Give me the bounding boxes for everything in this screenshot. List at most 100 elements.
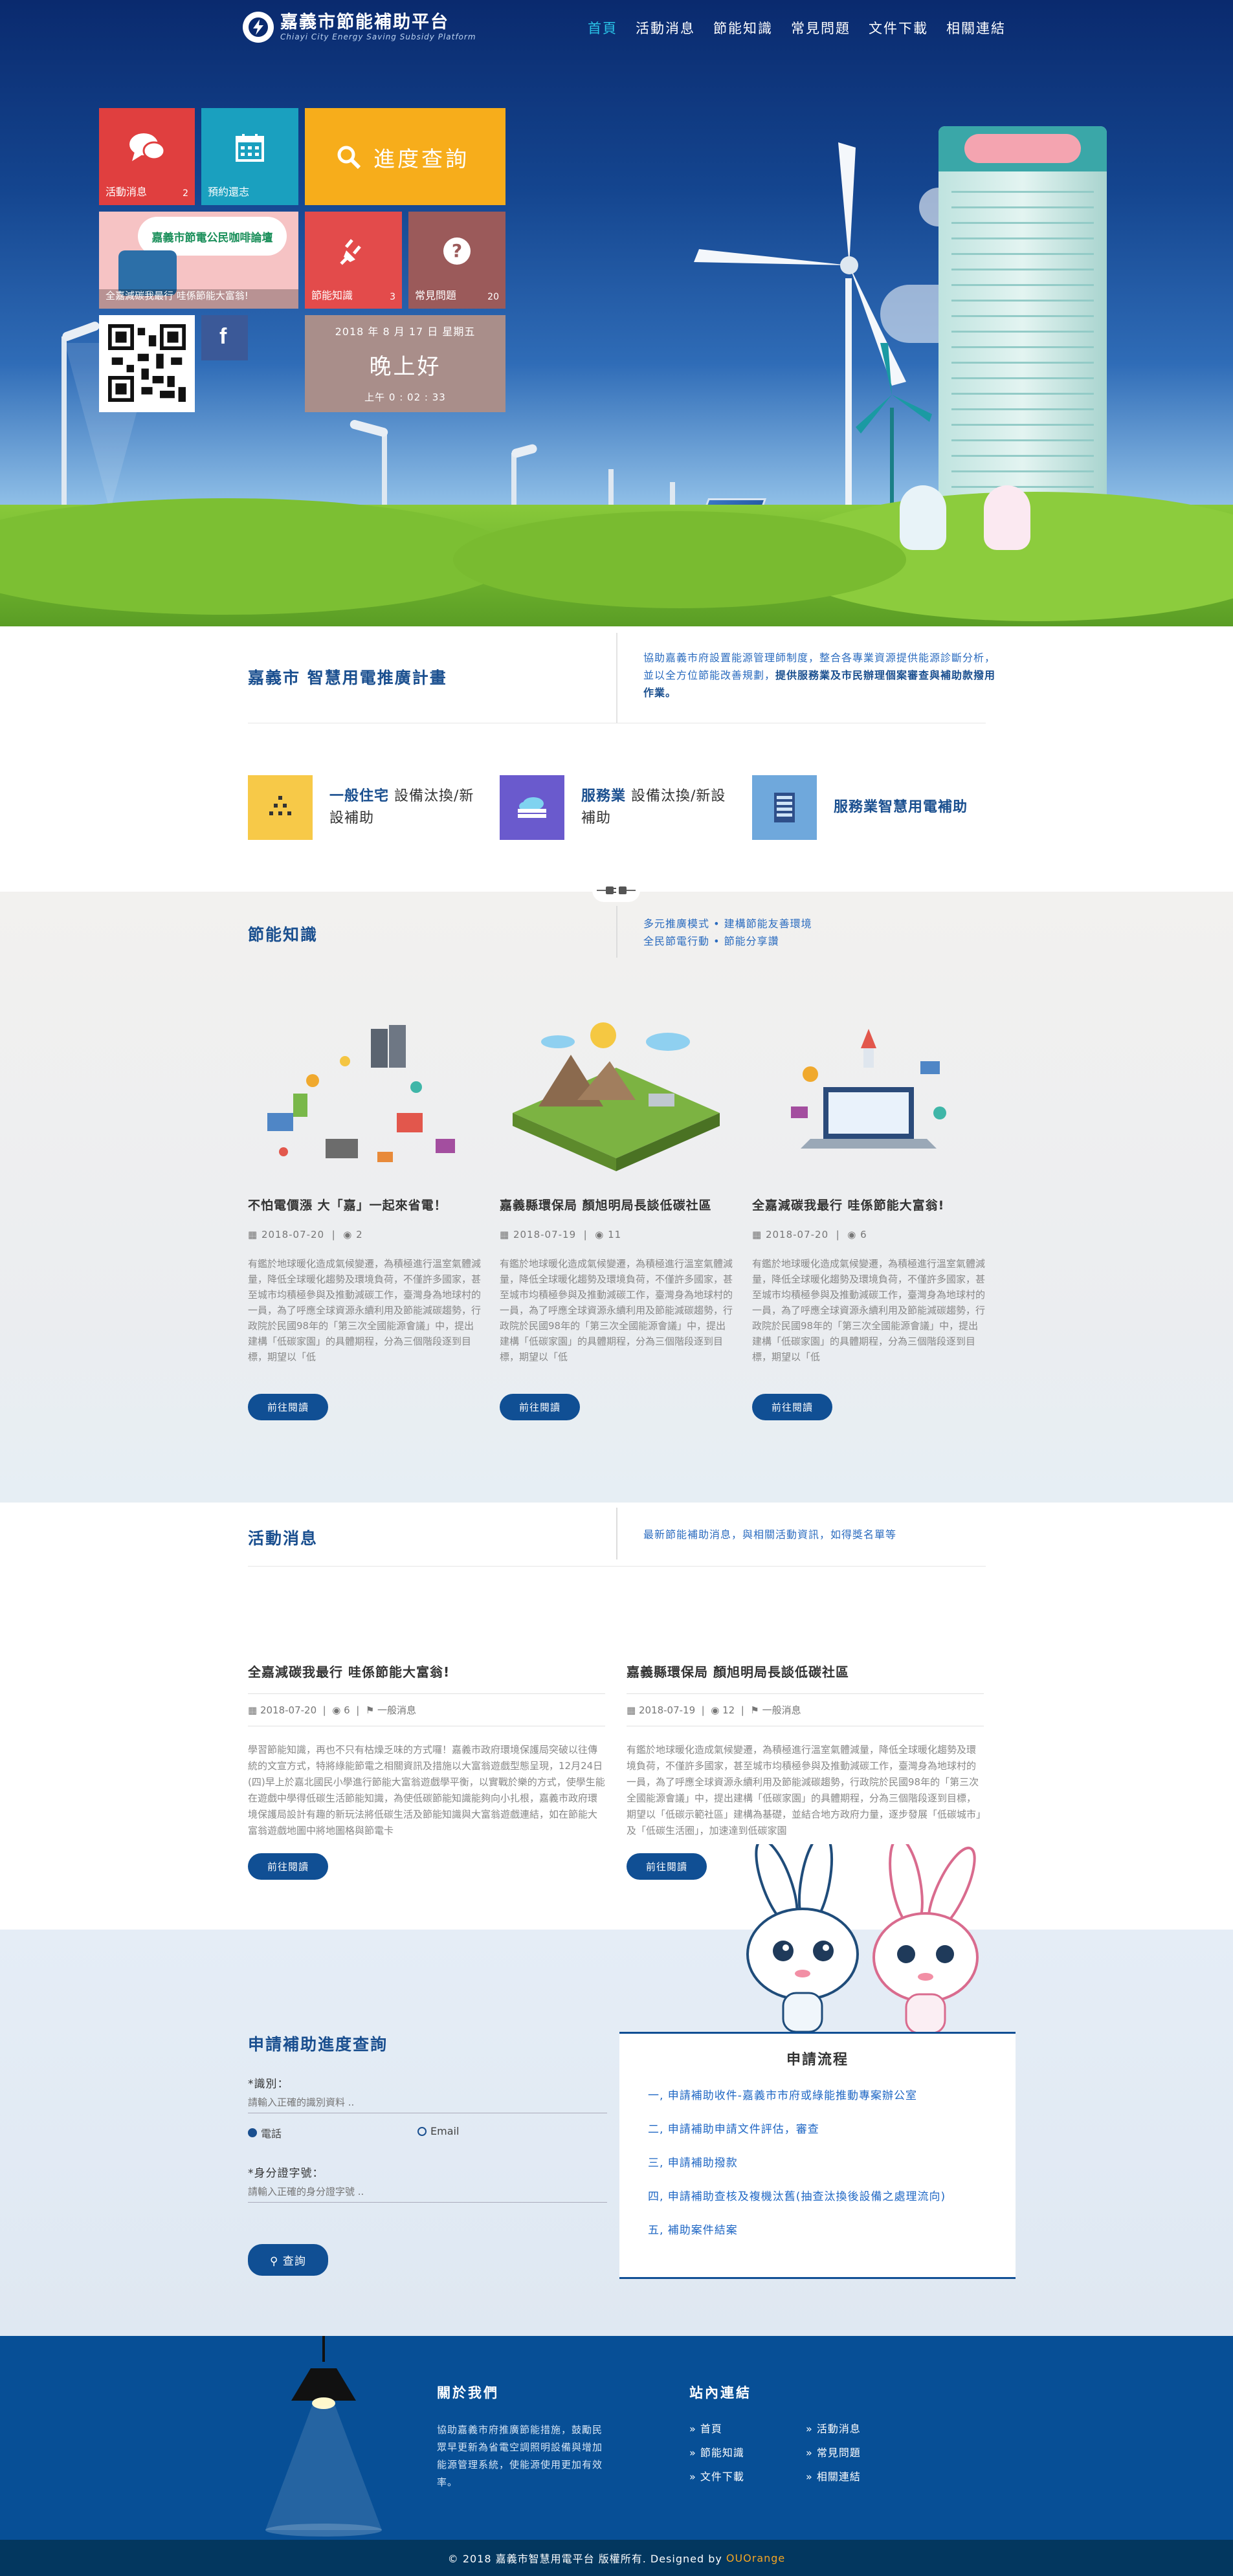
rabbit-mascots-illustration — [746, 1844, 979, 2034]
footer-about-title: 關於我們 — [437, 2385, 499, 2401]
flow-step[interactable]: 五, 補助案件結案 — [648, 2221, 1016, 2237]
card-meta: ▦ 2018-07-20 | ◉ 2 — [248, 1229, 363, 1240]
footer-links-title: 站內連結 — [689, 2385, 751, 2401]
eye-icon: ◉ — [595, 1229, 608, 1240]
calendar-icon: ▦ — [248, 1229, 261, 1240]
post-excerpt: 有鑑於地球暖化造成氣候變遷，為積極進行溫室氣體減量，降低全球暖化趨勢及環境負荷，… — [627, 1744, 981, 1836]
tile-forum-banner[interactable]: 嘉義市節電公民咖啡論壇 全嘉減碳我最行 哇係節能大富翁! — [99, 212, 298, 309]
application-flow-panel: 申請流程 一, 申請補助收件-嘉義市市府或綠能推動專案辦公室 二, 申請補助申請… — [619, 2032, 1016, 2279]
tile-calendar[interactable]: 預約還志 — [201, 108, 298, 205]
service-business[interactable]: 服務業 設備汰換/新設 補助 — [500, 775, 737, 840]
post-excerpt: 學習節能知識，再也不只有枯燥乏味的方式囉！嘉義市政府環境保護局突破以往傳統的文宣… — [248, 1744, 605, 1836]
calendar-icon: ▦ — [500, 1229, 513, 1240]
svg-text:?: ? — [452, 240, 462, 261]
idcard-input[interactable] — [248, 2181, 607, 2203]
farm-landscape-illustration — [500, 1016, 733, 1178]
activity-post: 全嘉減碳我最行 哇係節能大富翁! ▦ 2018-07-20 | ◉ 6 | ⚑ … — [248, 1662, 605, 1880]
logo-subtitle: Chiayi City Energy Saving Subsidy Platfo… — [280, 32, 476, 41]
wind-turbine — [694, 142, 932, 544]
nav-faq[interactable]: 常見問題 — [791, 18, 850, 38]
eye-icon: ◉ — [711, 1704, 723, 1716]
service-smart-power[interactable]: 服務業智慧用電補助 — [752, 775, 968, 840]
read-more-button[interactable]: 前往閱讀 — [248, 1853, 329, 1880]
tile-knowledge[interactable]: 節能知識 3 — [305, 212, 402, 309]
knowledge-card: 嘉義縣環保局 顏旭明局長談低碳社區 ▦ 2018-07-19 | ◉ 11 有鑑… — [500, 1016, 733, 1420]
query-section — [0, 1930, 1233, 2336]
laptop-rocket-illustration — [752, 1016, 985, 1178]
logo-title: 嘉義市節能補助平台 — [280, 12, 449, 32]
flow-step[interactable]: 二, 申請補助申請文件評估，審查 — [648, 2120, 1016, 2136]
knowledge-description: 多元推廣模式 • 建構節能友善環境 全民節電行動 • 節能分享讚 — [643, 918, 812, 947]
main-nav: 首頁 活動消息 節能知識 常見問題 文件下載 相關連結 — [588, 18, 1024, 38]
flow-step[interactable]: 四, 申請補助查核及複機汰舊(抽查汰換後設備之處理流向) — [648, 2187, 1016, 2203]
devices-network-illustration — [248, 1016, 481, 1178]
post-title[interactable]: 嘉義縣環保局 顏旭明局長談低碳社區 — [627, 1662, 984, 1680]
read-more-button[interactable]: 前往閱讀 — [627, 1853, 707, 1880]
tile-news[interactable]: 活動消息 2 — [99, 108, 195, 205]
read-more-button[interactable]: 前往閱讀 — [752, 1394, 833, 1420]
post-meta: ▦ 2018-07-19 | ◉ 12 | ⚑ 一般消息 — [627, 1693, 984, 1726]
tag-icon: ⚑ — [750, 1704, 762, 1716]
eye-icon: ◉ — [847, 1229, 861, 1240]
footer-link-knowledge[interactable]: » 節能知識 — [689, 2444, 744, 2460]
navbar: 嘉義市節能補助平台 Chiayi City Energy Saving Subs… — [0, 0, 1233, 56]
footer-link-home[interactable]: » 首頁 — [689, 2420, 722, 2436]
read-more-button[interactable]: 前往閱讀 — [248, 1394, 329, 1420]
plan-title: 嘉義市 智慧用電推廣計畫 — [248, 668, 447, 687]
pyramid-dots-icon — [248, 775, 313, 840]
hanging-lamp-icon — [265, 2336, 382, 2537]
footer-link-downloads[interactable]: » 文件下載 — [689, 2468, 744, 2483]
nav-news[interactable]: 活動消息 — [636, 18, 695, 38]
card-title[interactable]: 嘉義縣環保局 顏旭明局長談低碳社區 — [500, 1196, 733, 1213]
clock-widget: 2018 年 8 月 17 日 星期五 晚上好 上午 0 : 02 : 33 — [305, 315, 505, 412]
card-title[interactable]: 不怕電價漲 大「嘉」一起來省電！ — [248, 1196, 481, 1213]
tile-progress-query[interactable]: 進度查詢 — [305, 108, 505, 205]
card-title[interactable]: 全嘉減碳我最行 哇係節能大富翁! — [752, 1196, 985, 1213]
activities-section — [0, 1503, 1233, 1930]
nav-home[interactable]: 首頁 — [588, 18, 617, 38]
page: 嘉義市節能補助平台 Chiayi City Energy Saving Subs… — [0, 0, 1233, 2576]
knowledge-card: 不怕電價漲 大「嘉」一起來省電！ ▦ 2018-07-20 | ◉ 2 有鑑於地… — [248, 1016, 481, 1420]
id-label: *識別： — [248, 2078, 289, 2091]
flow-step[interactable]: 三, 申請補助撥款 — [648, 2153, 1016, 2170]
search-icon — [337, 146, 361, 170]
radio-email[interactable]: Email — [417, 2125, 459, 2137]
footer — [0, 2336, 1233, 2540]
idcard-label: *身分證字號： — [248, 2167, 324, 2180]
nav-knowledge[interactable]: 節能知識 — [713, 18, 773, 38]
question-circle-icon: ? — [442, 236, 472, 269]
nav-downloads[interactable]: 文件下載 — [869, 18, 928, 38]
query-button[interactable]: ⚲ 查詢 — [248, 2244, 328, 2276]
footer-link-related[interactable]: » 相關連結 — [806, 2468, 861, 2483]
flow-step[interactable]: 一, 申請補助收件-嘉義市市府或綠能推動專案辦公室 — [648, 2086, 1016, 2102]
designer-link[interactable]: OUOrange — [726, 2552, 785, 2564]
card-meta: ▦ 2018-07-20 | ◉ 6 — [752, 1229, 867, 1240]
facebook-icon: f — [219, 324, 227, 349]
id-input[interactable] — [248, 2091, 607, 2113]
card-meta: ▦ 2018-07-19 | ◉ 11 — [500, 1229, 622, 1240]
search-icon: ⚲ — [270, 2255, 283, 2268]
nav-links[interactable]: 相關連結 — [946, 18, 1006, 38]
card-excerpt: 有鑑於地球暖化造成氣候變遷，為積極進行溫室氣體減量，降低全球暖化趨勢及環境負荷，… — [752, 1258, 985, 1363]
query-title: 申請補助進度查詢 — [248, 2035, 388, 2054]
footer-link-faq[interactable]: » 常見問題 — [806, 2444, 861, 2460]
calendar-icon: ▦ — [752, 1229, 766, 1240]
service-residential[interactable]: 一般住宅 設備汰換/新設補助 — [248, 775, 485, 840]
lightning-logo-icon — [243, 12, 274, 43]
card-excerpt: 有鑑於地球暖化造成氣候變遷，為積極進行溫室氣體減量，降低全球暖化趨勢及環境負荷，… — [248, 1258, 481, 1363]
cloud-server-icon — [500, 775, 564, 840]
facebook-button[interactable]: f — [201, 315, 248, 360]
tile-faq[interactable]: ? 常見問題 20 — [408, 212, 505, 309]
clock-time: 上午 0 : 02 : 33 — [364, 391, 446, 403]
radio-phone[interactable]: 電話 — [248, 2125, 282, 2141]
qr-code — [99, 315, 195, 412]
hero-banner: 嘉義市節能補助平台 Chiayi City Energy Saving Subs… — [0, 0, 1233, 626]
tag-icon: ⚑ — [365, 1704, 378, 1716]
plan-description: 協助嘉義市府設置能源管理師制度，整合各專業資源提供能源診斷分析，並以全方位節能改… — [643, 652, 996, 699]
post-title[interactable]: 全嘉減碳我最行 哇係節能大富翁! — [248, 1662, 605, 1680]
clock-greeting: 晚上好 — [369, 354, 441, 380]
plug-icon — [339, 236, 368, 269]
read-more-button[interactable]: 前往閱讀 — [500, 1394, 581, 1420]
footer-link-news[interactable]: » 活動消息 — [806, 2420, 861, 2436]
site-logo[interactable]: 嘉義市節能補助平台 Chiayi City Energy Saving Subs… — [243, 12, 476, 43]
